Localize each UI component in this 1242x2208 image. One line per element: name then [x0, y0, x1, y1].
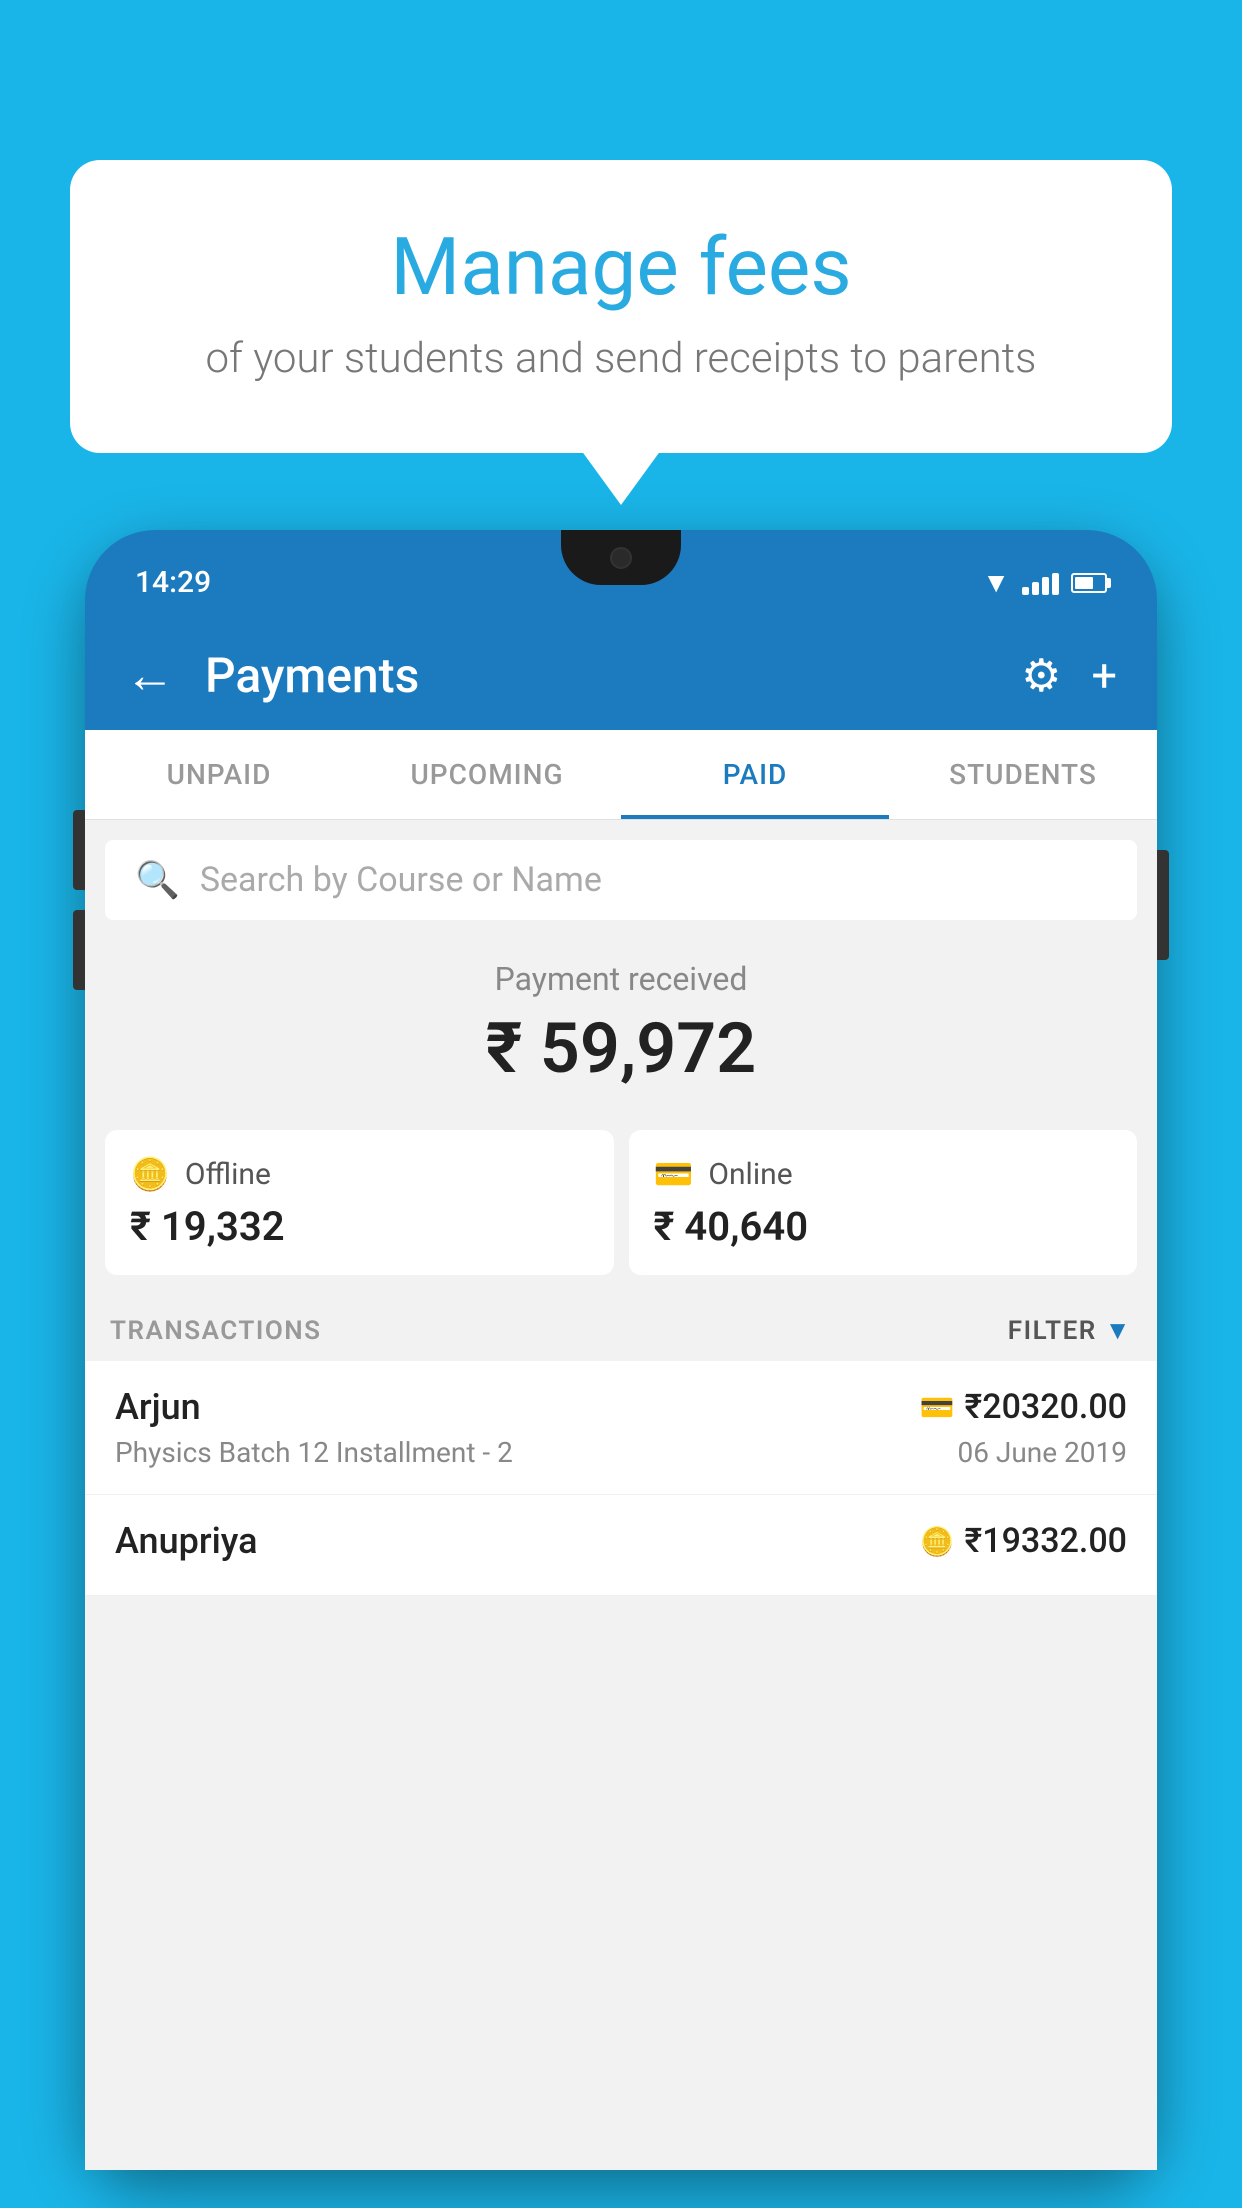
- tab-unpaid[interactable]: UNPAID: [85, 730, 353, 819]
- tab-students[interactable]: STUDENTS: [889, 730, 1157, 819]
- offline-icon: 🪙: [130, 1155, 170, 1193]
- transaction-top-1: Arjun 💳 ₹20320.00: [115, 1386, 1127, 1428]
- power-button: [1157, 850, 1169, 960]
- transaction-date-1: 06 June 2019: [957, 1436, 1127, 1469]
- volume-down-button: [73, 910, 85, 990]
- online-payment-icon-1: 💳: [920, 1391, 955, 1424]
- filter-icon: ▼: [1105, 1315, 1132, 1346]
- content-area: 🔍 Search by Course or Name Payment recei…: [85, 820, 1157, 2170]
- signal-bar-3: [1042, 577, 1049, 595]
- offline-card: 🪙 Offline ₹ 19,332: [105, 1130, 614, 1275]
- offline-amount: ₹ 19,332: [130, 1203, 589, 1250]
- signal-bar-2: [1032, 582, 1039, 595]
- search-placeholder: Search by Course or Name: [200, 860, 602, 900]
- online-label: Online: [708, 1157, 792, 1192]
- signal-bar-4: [1052, 573, 1059, 595]
- signal-bars: [1022, 571, 1059, 595]
- online-card-header: 💳 Online: [654, 1155, 1113, 1193]
- transaction-row[interactable]: Arjun 💳 ₹20320.00 Physics Batch 12 Insta…: [85, 1361, 1157, 1495]
- speech-bubble: Manage fees of your students and send re…: [70, 160, 1172, 453]
- filter-label: FILTER: [1008, 1316, 1097, 1346]
- add-button[interactable]: +: [1091, 649, 1117, 702]
- tab-upcoming[interactable]: UPCOMING: [353, 730, 621, 819]
- transaction-top-2: Anupriya 🪙 ₹19332.00: [115, 1520, 1127, 1562]
- transaction-amount-wrap-2: 🪙 ₹19332.00: [920, 1521, 1127, 1561]
- transactions-header: TRANSACTIONS FILTER ▼: [85, 1295, 1157, 1361]
- status-bar: 14:29 ▼: [85, 530, 1157, 620]
- payment-cards: 🪙 Offline ₹ 19,332 💳 Online ₹ 40,640: [85, 1110, 1157, 1295]
- phone-notch: [561, 530, 681, 585]
- payment-received-label: Payment received: [105, 960, 1137, 998]
- camera: [610, 547, 632, 569]
- offline-label: Offline: [185, 1157, 271, 1192]
- transactions-label: TRANSACTIONS: [110, 1316, 322, 1346]
- status-time: 14:29: [135, 565, 211, 600]
- online-amount: ₹ 40,640: [654, 1203, 1113, 1250]
- transaction-row-2[interactable]: Anupriya 🪙 ₹19332.00: [85, 1495, 1157, 1596]
- wifi-icon: ▼: [982, 566, 1010, 599]
- transaction-amount-wrap-1: 💳 ₹20320.00: [920, 1387, 1127, 1427]
- bubble-title: Manage fees: [150, 220, 1092, 314]
- phone: 14:29 ▼ ← Payments ⚙: [85, 530, 1157, 2170]
- back-button[interactable]: ←: [125, 646, 175, 705]
- search-bar[interactable]: 🔍 Search by Course or Name: [105, 840, 1137, 920]
- status-icons: ▼: [982, 566, 1107, 599]
- transaction-name-1: Arjun: [115, 1386, 201, 1428]
- filter-button[interactable]: FILTER ▼: [1008, 1315, 1132, 1346]
- signal-bar-1: [1022, 587, 1029, 595]
- page-title: Payments: [205, 647, 991, 704]
- transaction-course-1: Physics Batch 12 Installment - 2: [115, 1436, 513, 1469]
- settings-button[interactable]: ⚙: [1021, 649, 1061, 702]
- transaction-amount-1: ₹20320.00: [965, 1387, 1127, 1427]
- bubble-subtitle: of your students and send receipts to pa…: [150, 334, 1092, 383]
- online-icon: 💳: [654, 1155, 694, 1193]
- transaction-bottom-1: Physics Batch 12 Installment - 2 06 June…: [115, 1436, 1127, 1469]
- battery-icon: [1071, 573, 1107, 593]
- online-card: 💳 Online ₹ 40,640: [629, 1130, 1138, 1275]
- speech-bubble-container: Manage fees of your students and send re…: [70, 160, 1172, 453]
- transaction-amount-2: ₹19332.00: [965, 1521, 1127, 1561]
- transaction-name-2: Anupriya: [115, 1520, 258, 1562]
- offline-payment-icon-2: 🪙: [920, 1525, 955, 1558]
- header-icons: ⚙ +: [1021, 649, 1117, 702]
- offline-card-header: 🪙 Offline: [130, 1155, 589, 1193]
- payment-amount: ₹ 59,972: [105, 1008, 1137, 1090]
- battery-fill: [1075, 577, 1093, 589]
- app-header: ← Payments ⚙ +: [85, 620, 1157, 730]
- phone-container: 14:29 ▼ ← Payments ⚙: [85, 530, 1157, 2208]
- payment-summary: Payment received ₹ 59,972: [85, 920, 1157, 1110]
- search-icon: 🔍: [135, 859, 180, 901]
- tab-paid[interactable]: PAID: [621, 730, 889, 819]
- volume-up-button: [73, 810, 85, 890]
- tabs-bar: UNPAID UPCOMING PAID STUDENTS: [85, 730, 1157, 820]
